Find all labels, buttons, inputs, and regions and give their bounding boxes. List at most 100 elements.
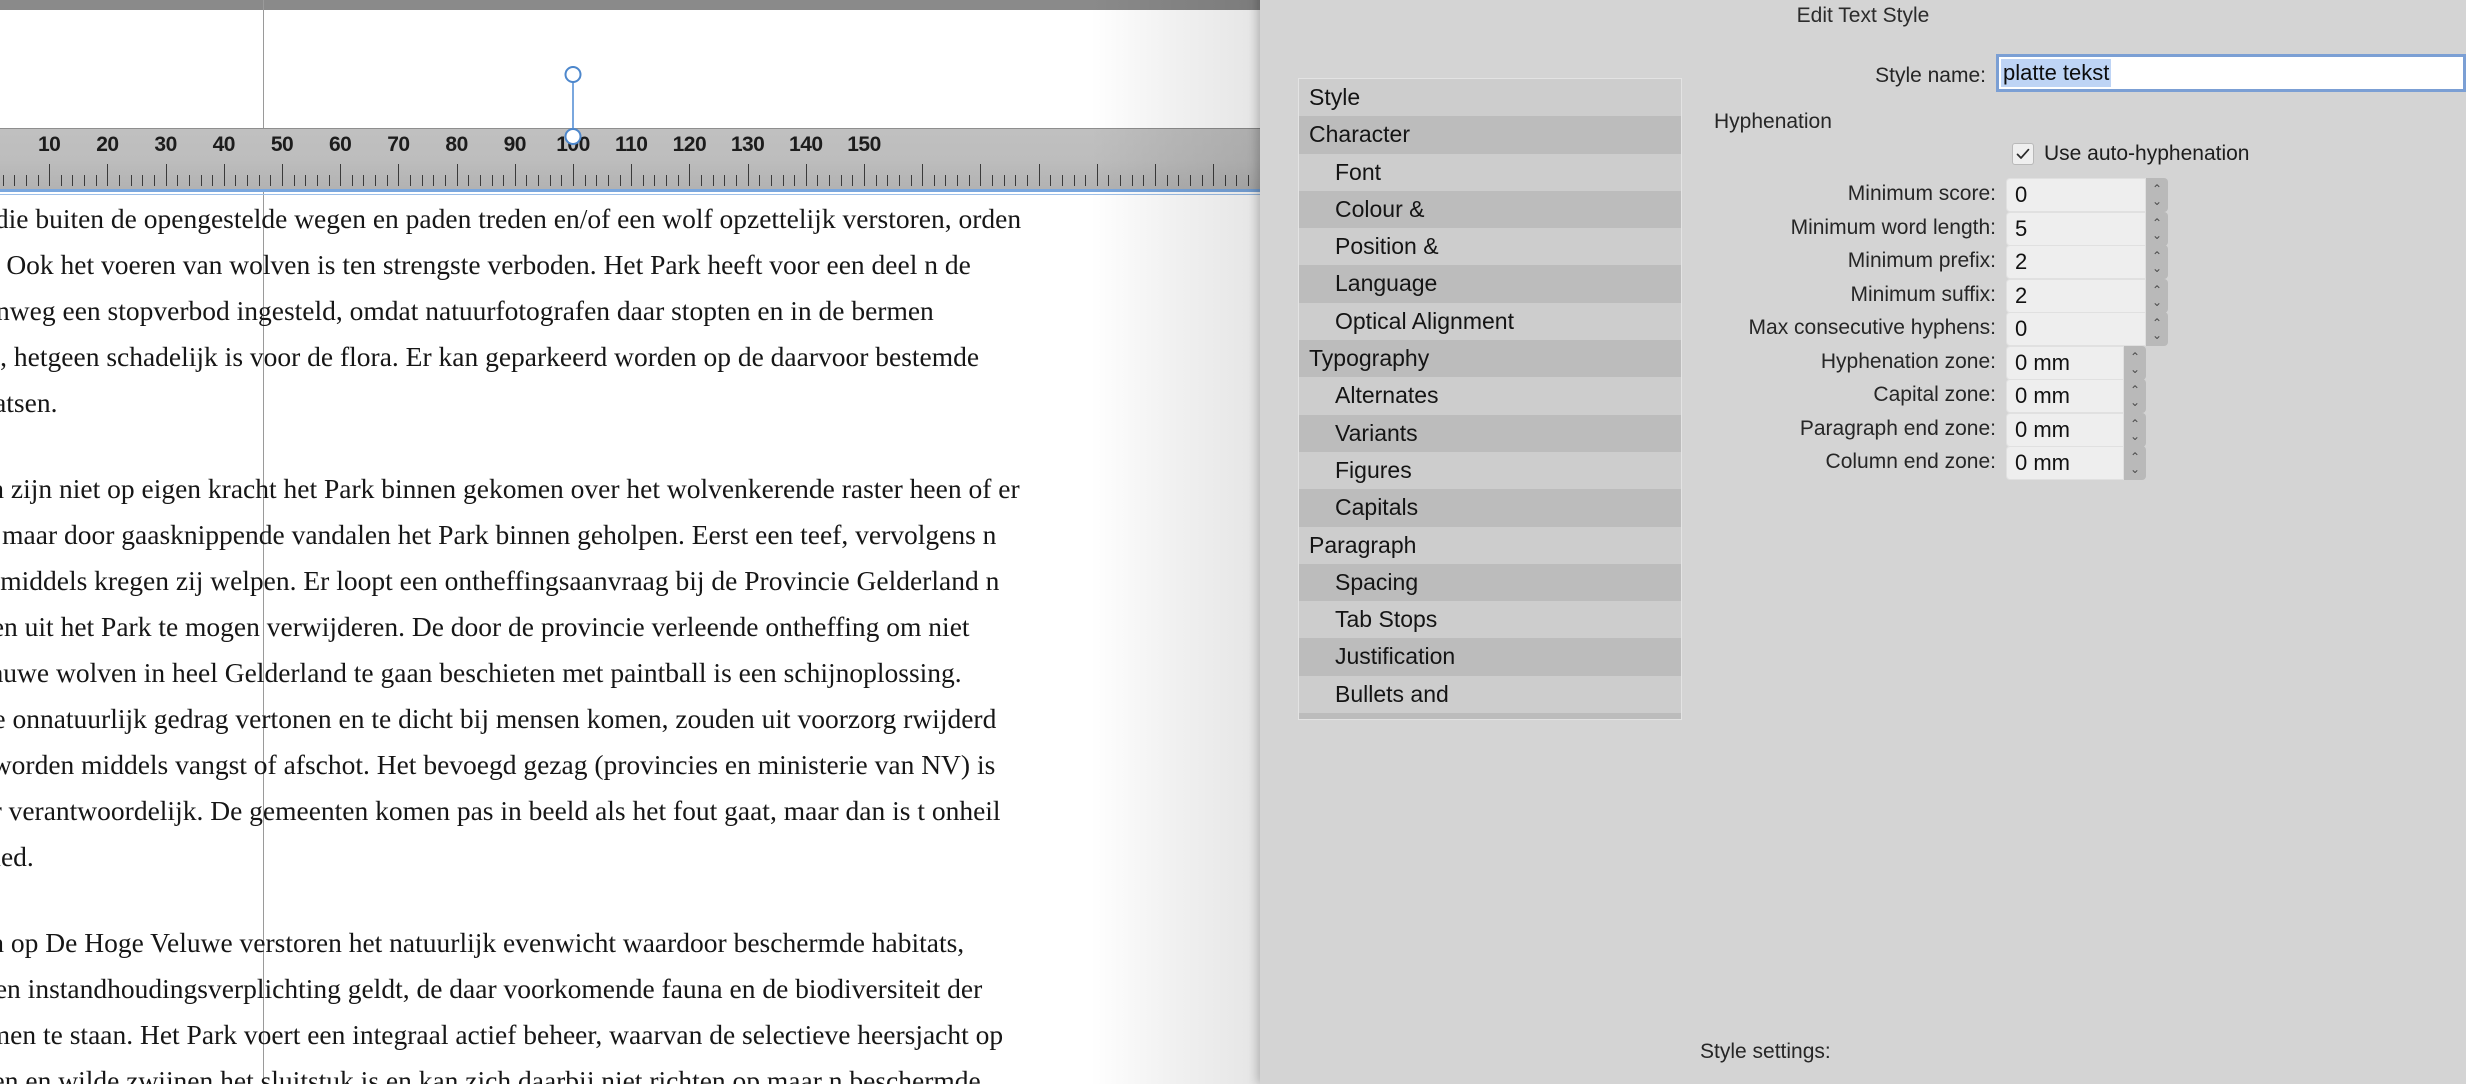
ruler-tick bbox=[14, 175, 16, 186]
ruler-tick bbox=[573, 164, 574, 186]
spinner-input[interactable]: 5 bbox=[2006, 211, 2146, 246]
spinner-control[interactable]: 0 ⌃ ⌄ bbox=[2006, 312, 2168, 346]
spinner-control[interactable]: 2 ⌃ ⌄ bbox=[2006, 278, 2168, 313]
category-item-paragraph[interactable]: Paragraph bbox=[1299, 526, 1681, 564]
text-frame-top-border bbox=[0, 189, 1260, 192]
use-auto-hyphenation-row[interactable]: Use auto-hyphenation bbox=[2012, 142, 2249, 166]
spinner-input[interactable]: 0 mm bbox=[2006, 345, 2124, 380]
spinner-control[interactable]: 0 mm ⌃ ⌄ bbox=[2006, 345, 2146, 380]
category-item-character[interactable]: Character bbox=[1299, 116, 1681, 154]
spinner-input[interactable]: 0 mm bbox=[2006, 379, 2124, 413]
spinner-control[interactable]: 0 mm ⌃ ⌄ bbox=[2006, 412, 2146, 447]
ruler-tick bbox=[1236, 175, 1238, 186]
spinner-input[interactable]: 0 mm bbox=[2006, 412, 2124, 447]
category-item-justification[interactable]: Justification bbox=[1299, 638, 1681, 676]
ruler-tick bbox=[293, 175, 295, 186]
field-row: Capital zone: 0 mm ⌃ ⌄ bbox=[1690, 379, 2466, 413]
category-item-optical-alignment[interactable]: Optical Alignment bbox=[1299, 302, 1681, 341]
field-label: Minimum score: bbox=[1847, 182, 1996, 205]
ruler-tick bbox=[968, 175, 970, 186]
spinner-input[interactable]: 0 bbox=[2006, 312, 2146, 346]
category-item-spacing[interactable]: Spacing bbox=[1299, 563, 1681, 602]
category-item-bullets-and[interactable]: Bullets and bbox=[1299, 675, 1681, 714]
ruler-label: 150 bbox=[847, 133, 881, 156]
ruler-tick bbox=[701, 175, 703, 186]
chevron-down-icon[interactable]: ⌄ bbox=[2152, 195, 2162, 207]
horizontal-ruler[interactable]: 102030405060708090100110120130140150 bbox=[0, 128, 1260, 190]
spinner-control[interactable]: 0 ⌃ ⌄ bbox=[2006, 178, 2168, 212]
spinner-control[interactable]: 2 ⌃ ⌄ bbox=[2006, 245, 2168, 279]
field-row: Minimum word length: 5 ⌃ ⌄ bbox=[1690, 211, 2466, 246]
ruler-tick bbox=[561, 175, 563, 186]
category-item-tab-stops[interactable]: Tab Stops bbox=[1299, 601, 1681, 639]
spinner-buttons[interactable]: ⌃ ⌄ bbox=[2146, 211, 2168, 246]
first-line-indent-handle[interactable] bbox=[564, 66, 582, 83]
field-label: Paragraph end zone: bbox=[1799, 416, 1996, 440]
ruler-tick bbox=[375, 175, 377, 186]
field-row: Minimum suffix: 2 ⌃ ⌄ bbox=[1690, 278, 2466, 313]
spinner-buttons[interactable]: ⌃ ⌄ bbox=[2124, 446, 2146, 480]
ruler-tick bbox=[852, 175, 854, 186]
ruler-tick bbox=[1015, 175, 1017, 186]
category-item-variants[interactable]: Variants bbox=[1299, 414, 1681, 452]
category-item-font[interactable]: Font bbox=[1299, 153, 1681, 191]
ruler-label: 40 bbox=[212, 133, 236, 156]
ruler-tick bbox=[421, 175, 423, 186]
chevron-up-icon[interactable]: ⌃ bbox=[2130, 351, 2140, 363]
chevron-down-icon[interactable]: ⌄ bbox=[2130, 463, 2140, 475]
style-name-input[interactable]: platte tekst bbox=[1996, 54, 2466, 92]
ruler-tick bbox=[95, 175, 97, 186]
ruler-tick bbox=[526, 175, 528, 186]
ruler-tick bbox=[1026, 175, 1028, 186]
category-item-colour[interactable]: Colour & bbox=[1299, 190, 1681, 229]
style-category-list[interactable]: Style Character Font Colour & Position & Lang… bbox=[1298, 78, 1682, 720]
category-item-typography[interactable]: Typography bbox=[1299, 340, 1681, 378]
field-row: Max consecutive hyphens: 0 ⌃ ⌄ bbox=[1690, 312, 2466, 346]
spinner-control[interactable]: 0 mm ⌃ ⌄ bbox=[2006, 379, 2146, 413]
chevron-up-icon[interactable]: ⌃ bbox=[2130, 418, 2140, 430]
ruler-tick bbox=[677, 175, 679, 186]
category-item-figures[interactable]: Figures bbox=[1299, 451, 1681, 490]
chevron-down-icon[interactable]: ⌄ bbox=[2152, 296, 2162, 308]
ruler-tick bbox=[1120, 175, 1122, 186]
spinner-control[interactable]: 0 mm ⌃ ⌄ bbox=[2006, 446, 2146, 480]
spinner-buttons[interactable]: ⌃ ⌄ bbox=[2146, 278, 2168, 313]
category-item-flow[interactable]: Flow bbox=[1299, 713, 1681, 719]
spinner-buttons[interactable]: ⌃ ⌄ bbox=[2124, 345, 2146, 380]
chevron-down-icon[interactable]: ⌄ bbox=[2130, 396, 2140, 408]
chevron-up-icon[interactable]: ⌃ bbox=[2152, 217, 2162, 229]
spinner-buttons[interactable]: ⌃ ⌄ bbox=[2124, 412, 2146, 447]
ruler-tick bbox=[1201, 175, 1203, 186]
spinner-input[interactable]: 0 bbox=[2006, 178, 2146, 212]
spinner-buttons[interactable]: ⌃ ⌄ bbox=[2146, 245, 2168, 279]
chevron-down-icon[interactable]: ⌄ bbox=[2130, 430, 2140, 442]
ruler-tick bbox=[538, 175, 540, 186]
category-item-alternates[interactable]: Alternates bbox=[1299, 377, 1681, 415]
spinner-buttons[interactable]: ⌃ ⌄ bbox=[2124, 379, 2146, 413]
chevron-down-icon[interactable]: ⌄ bbox=[2152, 329, 2162, 341]
category-item-position[interactable]: Position & bbox=[1299, 228, 1681, 266]
spinner-buttons[interactable]: ⌃ ⌄ bbox=[2146, 178, 2168, 212]
spinner-control[interactable]: 5 ⌃ ⌄ bbox=[2006, 211, 2168, 246]
field-label: Capital zone: bbox=[1873, 383, 1996, 406]
chevron-down-icon[interactable]: ⌄ bbox=[2130, 363, 2140, 375]
chevron-down-icon[interactable]: ⌄ bbox=[2152, 262, 2162, 274]
spinner-input[interactable]: 0 mm bbox=[2006, 446, 2124, 480]
left-indent-handle[interactable] bbox=[564, 128, 582, 145]
document-body-text[interactable]: zoekers die buiten de opengestelde wegen… bbox=[0, 196, 1024, 1084]
category-item-style[interactable]: Style bbox=[1299, 79, 1681, 117]
ruler-tick bbox=[165, 164, 167, 186]
category-item-capitals[interactable]: Capitals bbox=[1299, 489, 1681, 527]
chevron-down-icon[interactable]: ⌄ bbox=[2152, 229, 2162, 241]
checkbox-icon[interactable] bbox=[2012, 143, 2034, 165]
spinner-input[interactable]: 2 bbox=[2006, 278, 2146, 313]
ruler-tick bbox=[200, 175, 202, 186]
spinner-input[interactable]: 2 bbox=[2006, 245, 2146, 279]
chevron-up-icon[interactable]: ⌃ bbox=[2152, 284, 2162, 296]
ruler-tick bbox=[119, 175, 121, 186]
document-canvas[interactable]: 102030405060708090100110120130140150 zoe… bbox=[0, 0, 1260, 1084]
ruler-tick bbox=[945, 175, 947, 186]
category-item-language[interactable]: Language bbox=[1299, 265, 1681, 303]
spinner-buttons[interactable]: ⌃ ⌄ bbox=[2146, 312, 2168, 346]
ruler-tick bbox=[1213, 164, 1215, 186]
